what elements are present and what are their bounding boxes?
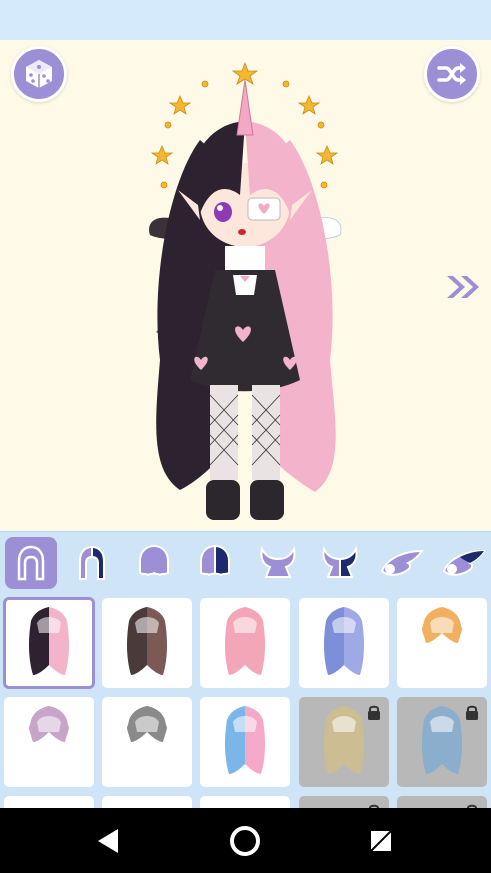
item-hair-orange-short[interactable] — [397, 598, 487, 688]
hair-thumbnail-icon — [29, 607, 69, 675]
hair-thumbnail-icon — [127, 607, 167, 675]
tab-horns[interactable] — [252, 537, 304, 589]
item-row3-5[interactable] — [397, 796, 487, 808]
wing-icon — [380, 549, 424, 576]
item-hair-teal-locked[interactable] — [397, 697, 487, 787]
horns-half-icon — [322, 545, 358, 578]
wing-half-icon — [442, 549, 486, 576]
item-hair-pink[interactable] — [200, 598, 290, 688]
item-row3-2[interactable] — [102, 796, 192, 808]
dice-icon — [26, 60, 52, 88]
hair-thumbnail-icon — [225, 607, 265, 675]
tab-horns-half[interactable] — [314, 537, 366, 589]
android-navigation-bar — [0, 808, 491, 873]
tab-wing-half[interactable] — [438, 537, 490, 589]
recents-square-icon[interactable] — [363, 823, 399, 859]
item-hair-blue-pink[interactable] — [200, 697, 290, 787]
hair-full-icon — [17, 545, 45, 581]
tab-wing[interactable] — [376, 537, 428, 589]
hair-thumbnail-icon — [422, 607, 462, 643]
hair-thumbnail-icon — [225, 706, 265, 774]
item-hair-blue[interactable] — [299, 598, 389, 688]
item-hair-lilac-short[interactable] — [4, 697, 94, 787]
hair-half-icon — [79, 545, 105, 580]
category-tab-bar — [0, 531, 491, 593]
hair-thumbnail-icon — [324, 706, 364, 774]
item-row3-4[interactable] — [299, 796, 389, 808]
hair-thumbnail-icon — [127, 706, 167, 742]
tab-hair-half[interactable] — [66, 537, 118, 589]
next-category-button[interactable] — [444, 272, 484, 302]
hair-back-icon — [139, 544, 169, 577]
status-bar — [0, 0, 491, 40]
shuffle-button[interactable] — [424, 46, 480, 102]
item-hair-brown[interactable] — [102, 598, 192, 688]
tab-hair-back[interactable] — [128, 537, 180, 589]
hair-back-half-icon — [200, 544, 230, 577]
horns-icon — [260, 545, 296, 578]
random-dice-button[interactable] — [11, 46, 67, 102]
item-hair-blonde-locked[interactable] — [299, 697, 389, 787]
double-chevron-right-icon — [447, 276, 479, 298]
lock-icon — [466, 705, 478, 720]
item-row3-1[interactable] — [4, 796, 94, 808]
item-row3-3[interactable] — [200, 796, 290, 808]
item-grid — [0, 593, 491, 808]
shuffle-icon — [437, 63, 466, 85]
hair-thumbnail-icon — [29, 706, 69, 742]
tab-hair-back-half[interactable] — [189, 537, 241, 589]
item-hair-gray-short[interactable] — [102, 697, 192, 787]
item-hair-black-pink[interactable] — [3, 597, 95, 689]
character-stage — [0, 40, 491, 531]
back-triangle-icon[interactable] — [92, 823, 128, 859]
hair-thumbnail-icon — [324, 607, 364, 675]
lock-icon — [368, 705, 380, 720]
home-circle-icon[interactable] — [227, 823, 263, 859]
hair-thumbnail-icon — [422, 706, 462, 774]
tab-hair-full[interactable] — [5, 537, 57, 589]
character-doll — [149, 61, 342, 520]
